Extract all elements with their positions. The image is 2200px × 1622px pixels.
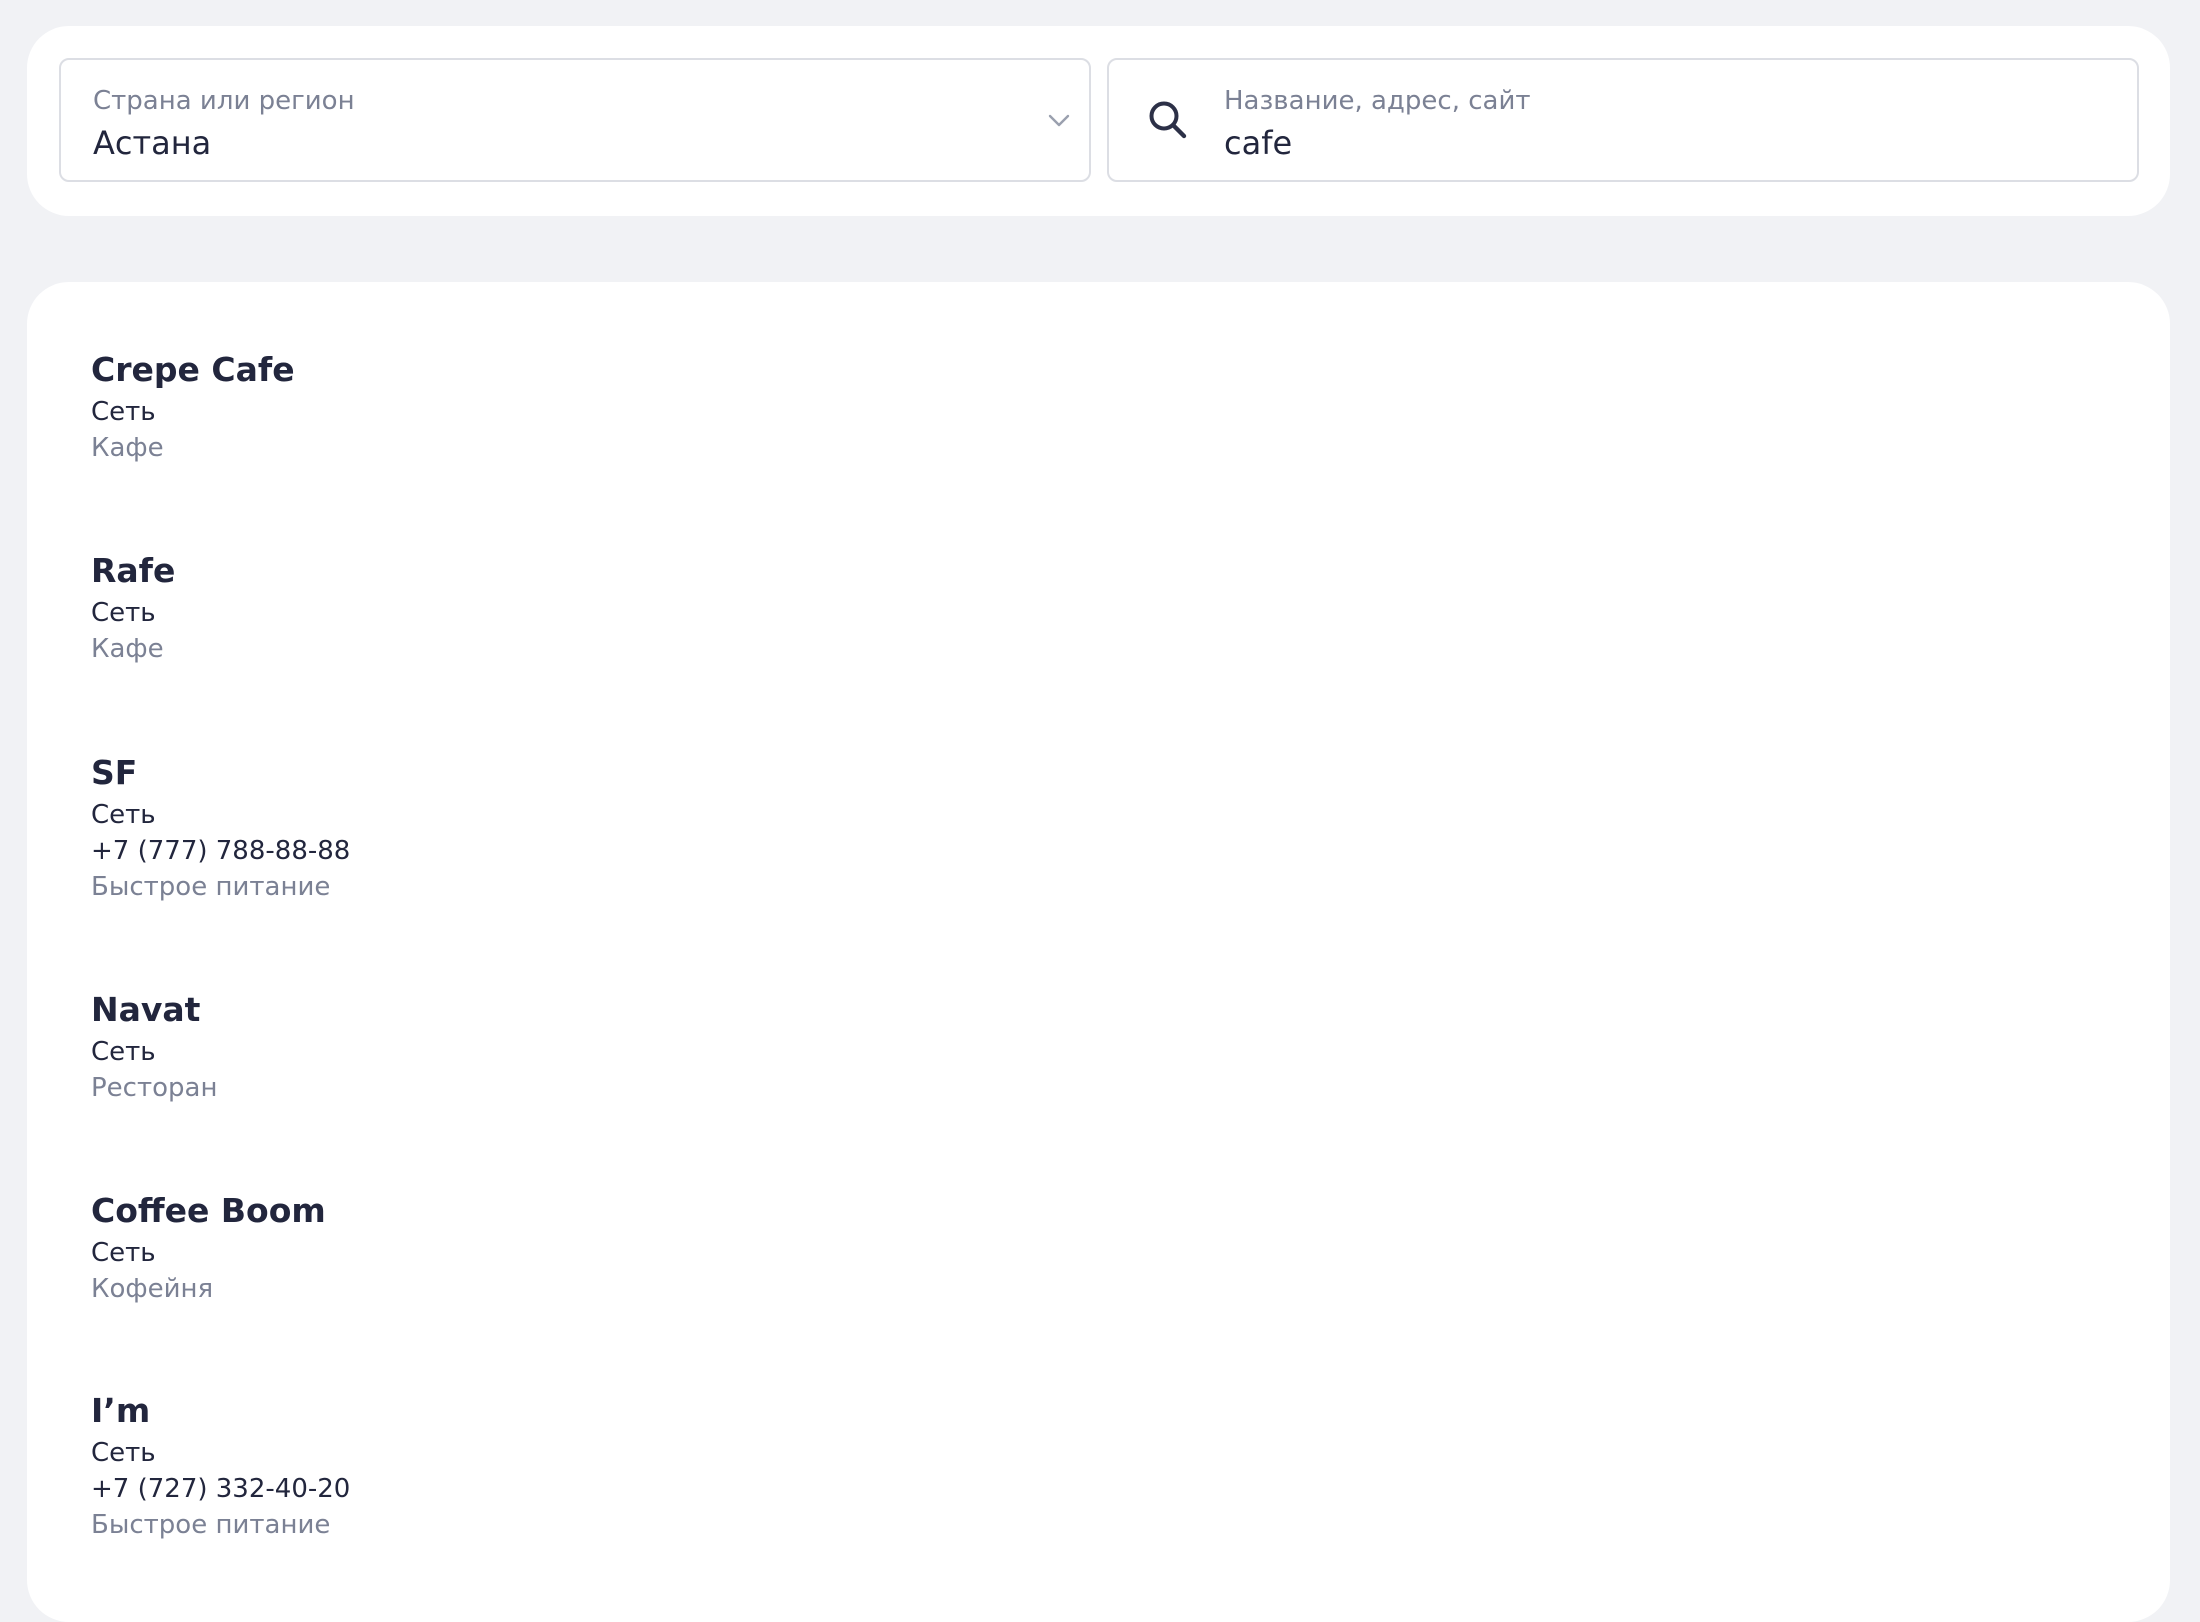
result-category: Быстрое питание xyxy=(91,872,331,902)
result-type: Сеть xyxy=(91,598,156,628)
list-item[interactable]: I’m Сеть +7 (727) 332-40-20 Быстрое пита… xyxy=(91,1389,991,1543)
list-item[interactable]: Rafe Сеть Кафе xyxy=(91,549,991,667)
result-name: I’m xyxy=(91,1391,151,1430)
result-type: Сеть xyxy=(91,1037,156,1067)
result-name: Rafe xyxy=(91,551,176,590)
list-item[interactable]: Coffee Boom Сеть Кофейня xyxy=(91,1189,991,1307)
region-select-label: Страна или регион xyxy=(93,86,355,116)
result-name: Navat xyxy=(91,990,201,1029)
result-category: Кафе xyxy=(91,433,164,463)
search-icon xyxy=(1149,101,1187,139)
list-item[interactable]: Navat Сеть Ресторан xyxy=(91,988,991,1106)
list-item[interactable]: Crepe Cafe Сеть Кафе xyxy=(91,348,991,466)
result-type: Сеть xyxy=(91,1438,156,1468)
result-name: Coffee Boom xyxy=(91,1191,326,1230)
result-phone[interactable]: +7 (727) 332-40-20 xyxy=(91,1471,991,1507)
result-category: Быстрое питание xyxy=(91,1510,331,1540)
result-type: Сеть xyxy=(91,800,156,830)
region-select-value: Астана xyxy=(93,124,212,162)
result-category: Ресторан xyxy=(91,1073,218,1103)
result-name: SF xyxy=(91,753,138,792)
results-list: Crepe Cafe Сеть Кафе Rafe Сеть Кафе SF С… xyxy=(27,282,2170,1622)
result-type: Сеть xyxy=(91,1238,156,1268)
result-name: Crepe Cafe xyxy=(91,350,295,389)
region-select[interactable]: Страна или регион Астана xyxy=(59,58,1091,182)
search-input-label: Название, адрес, сайт xyxy=(1224,86,1531,116)
result-type: Сеть xyxy=(91,397,156,427)
result-category: Кафе xyxy=(91,634,164,664)
search-input-value: cafe xyxy=(1224,124,1293,162)
result-category: Кофейня xyxy=(91,1274,214,1304)
search-panel: Страна или регион Астана Название, адрес… xyxy=(27,26,2170,216)
search-input[interactable]: Название, адрес, сайт cafe xyxy=(1107,58,2139,182)
result-phone[interactable]: +7 (777) 788-88-88 xyxy=(91,833,991,869)
list-item[interactable]: SF Сеть +7 (777) 788-88-88 Быстрое питан… xyxy=(91,751,991,905)
chevron-down-icon[interactable] xyxy=(1047,108,1071,132)
